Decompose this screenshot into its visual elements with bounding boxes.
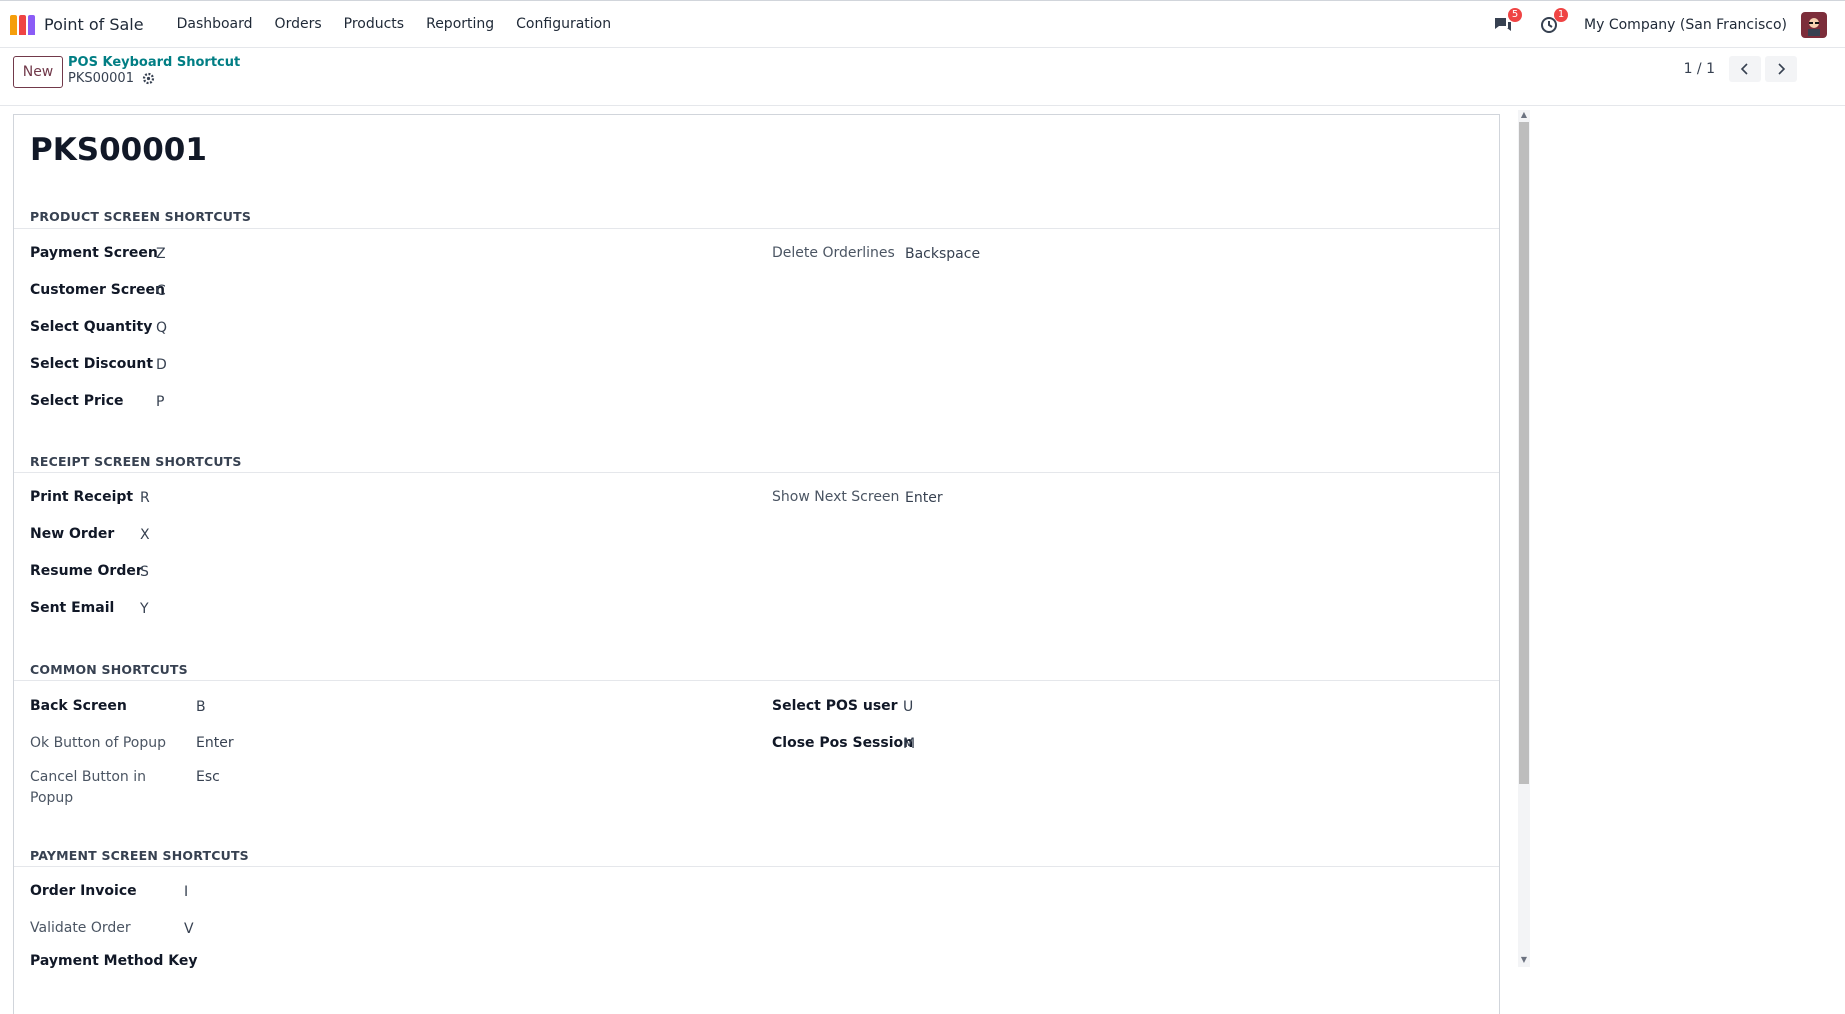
app-name[interactable]: Point of Sale (44, 15, 144, 34)
pager-previous-button[interactable] (1729, 56, 1761, 82)
sent-email-value[interactable]: Y (140, 601, 149, 617)
section-divider (14, 680, 1499, 681)
pager: 1 / 1 (1684, 56, 1797, 82)
section-divider (14, 472, 1499, 473)
section-common-title: COMMON SHORTCUTS (30, 662, 188, 677)
form-sheet (13, 114, 1500, 1014)
pos-app-icon[interactable] (10, 13, 36, 35)
validate-order-value[interactable]: V (184, 921, 194, 937)
section-divider (14, 866, 1499, 867)
gear-icon[interactable] (142, 72, 155, 85)
record-title: PKS00001 (30, 132, 207, 168)
pager-next-button[interactable] (1765, 56, 1797, 82)
print-receipt-value[interactable]: R (140, 490, 150, 506)
record-breadcrumb: PKS00001 (68, 71, 155, 86)
main-menu: Dashboard Orders Products Reporting Conf… (166, 16, 623, 32)
scroll-up-arrow[interactable]: ▲ (1518, 110, 1530, 120)
payment-screen-value[interactable]: Z (156, 246, 166, 262)
messages-button[interactable]: 5 (1492, 8, 1523, 36)
delete-orderlines-value[interactable]: Backspace (905, 246, 980, 262)
activities-button[interactable]: 1 (1538, 8, 1569, 36)
select-discount-value[interactable]: D (156, 357, 167, 373)
select-pos-user-value[interactable]: U (903, 699, 913, 715)
menu-products[interactable]: Products (333, 16, 415, 32)
user-avatar[interactable] (1801, 12, 1827, 38)
new-order-value[interactable]: X (140, 527, 150, 543)
record-name: PKS00001 (68, 71, 134, 86)
section-payment-title: PAYMENT SCREEN SHORTCUTS (30, 848, 249, 863)
field-label: Select Discount (30, 356, 154, 372)
order-invoice-value[interactable]: I (184, 884, 188, 900)
menu-orders[interactable]: Orders (264, 16, 333, 32)
field-label: Print Receipt (30, 489, 134, 505)
chevron-left-icon (1740, 63, 1748, 75)
field-label: Delete Orderlines (772, 245, 895, 261)
close-pos-session-value[interactable]: M (903, 736, 915, 752)
section-product-title: PRODUCT SCREEN SHORTCUTS (30, 209, 252, 224)
field-label: Select Price (30, 393, 124, 409)
field-label: Back Screen (30, 698, 127, 714)
breadcrumb-link[interactable]: POS Keyboard Shortcut (68, 55, 240, 70)
customer-screen-value[interactable]: C (156, 283, 166, 299)
field-label: Resume Order (30, 563, 143, 579)
menu-configuration[interactable]: Configuration (505, 16, 622, 32)
section-receipt-title: RECEIPT SCREEN SHORTCUTS (30, 454, 242, 469)
resume-order-value[interactable]: S (140, 564, 149, 580)
field-label-line2: Popup (30, 790, 74, 806)
field-label: Cancel Button in (30, 769, 146, 785)
field-label: Show Next Screen (772, 489, 900, 505)
back-screen-value[interactable]: B (196, 699, 206, 715)
pager-value[interactable]: 1 / 1 (1684, 61, 1715, 77)
section-divider (14, 228, 1499, 229)
chevron-right-icon (1778, 63, 1786, 75)
field-label: Select POS user (772, 698, 898, 714)
field-label: Close Pos Session (772, 735, 914, 751)
menu-reporting[interactable]: Reporting (415, 16, 505, 32)
scroll-down-arrow[interactable]: ▼ (1518, 955, 1530, 965)
control-panel: New POS Keyboard Shortcut PKS00001 1 / 1 (0, 48, 1845, 106)
company-switcher[interactable]: My Company (San Francisco) (1584, 17, 1787, 33)
messages-badge: 5 (1508, 8, 1523, 22)
field-label: Sent Email (30, 600, 115, 616)
show-next-screen-value[interactable]: Enter (905, 490, 943, 506)
avatar-icon (1808, 18, 1820, 36)
top-navbar: Point of Sale Dashboard Orders Products … (0, 0, 1845, 48)
cancel-button-popup-value[interactable]: Esc (196, 769, 220, 785)
activities-badge: 1 (1554, 8, 1569, 22)
field-label: Validate Order (30, 920, 131, 936)
menu-dashboard[interactable]: Dashboard (166, 16, 264, 32)
select-price-value[interactable]: P (156, 394, 164, 410)
select-quantity-value[interactable]: Q (156, 320, 167, 336)
field-label: New Order (30, 526, 115, 542)
field-label: Ok Button of Popup (30, 735, 167, 751)
ok-button-popup-value[interactable]: Enter (196, 735, 234, 751)
field-label: Select Quantity (30, 319, 153, 335)
new-button[interactable]: New (13, 56, 63, 88)
scrollbar-thumb[interactable] (1519, 122, 1529, 784)
field-label: Customer Screen (30, 282, 165, 298)
field-label: Payment Screen (30, 245, 158, 261)
nav-right: 5 1 My Company (San Francisco) (1492, 1, 1827, 49)
field-label: Order Invoice (30, 883, 137, 899)
